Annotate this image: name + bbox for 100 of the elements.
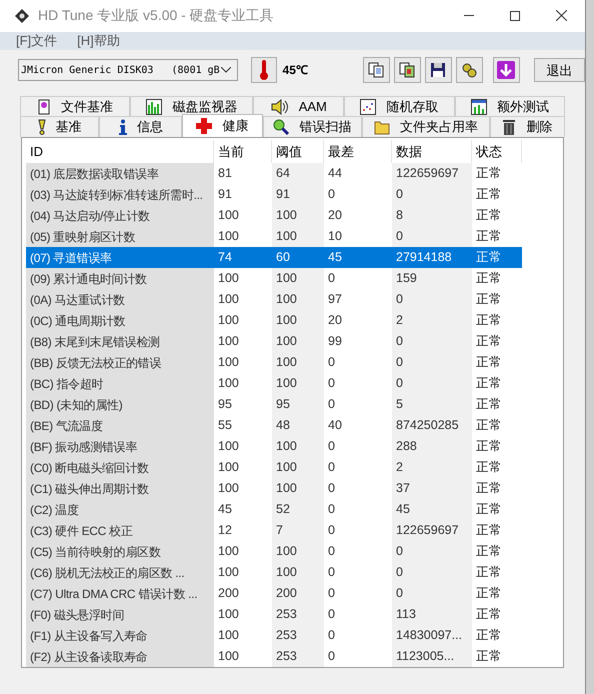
tab[interactable]: 信息 xyxy=(99,116,182,137)
table-cell: 0 xyxy=(392,583,472,604)
tab[interactable]: 磁盘监视器 xyxy=(130,96,254,116)
drive-dropdown[interactable]: JMicron Generic DISK03 (8001 gB xyxy=(18,59,238,82)
table-cell: (BE) 气流温度 xyxy=(26,415,214,436)
table-cell: 95 xyxy=(272,394,324,415)
table-cell: 74 xyxy=(214,247,272,268)
table-cell: 100 xyxy=(272,436,324,457)
tab[interactable]: 文件基准 xyxy=(20,96,130,116)
table-cell: 288 xyxy=(392,436,472,457)
table-cell: (C3) 硬件 ECC 校正 xyxy=(26,520,214,541)
table-cell: 100 xyxy=(272,289,324,310)
table-cell: 253 xyxy=(272,625,324,646)
table-cell: (C2) 温度 xyxy=(26,499,214,520)
save-button[interactable] xyxy=(424,57,452,84)
table-cell: 100 xyxy=(272,205,324,226)
download-button[interactable] xyxy=(492,57,520,84)
table-cell: 0 xyxy=(392,184,472,205)
table-cell: 100 xyxy=(272,562,324,583)
table-cell: (F0) 磁头悬浮时间 xyxy=(26,604,214,625)
table-cell: (C6) 脱机无法校正的扇区数 ... xyxy=(26,562,214,583)
table-cell: 64 xyxy=(272,163,324,184)
table-cell: 100 xyxy=(272,541,324,562)
table-cell: (BD) (未知的属性) xyxy=(26,394,214,415)
table-cell: 0 xyxy=(392,289,472,310)
table-cell: 7 xyxy=(272,520,324,541)
chart-window-icon xyxy=(470,98,487,114)
table-cell: 100 xyxy=(272,226,324,247)
magnifier-icon xyxy=(273,119,290,135)
down-arrow-icon xyxy=(497,61,516,80)
copy-button[interactable] xyxy=(362,57,390,84)
temperature-button[interactable] xyxy=(250,57,277,84)
documents-icon xyxy=(399,62,416,78)
table-cell: 52 xyxy=(272,499,324,520)
window-title: HD Tune 专业版 v5.00 - 硬盘专业工具 xyxy=(38,6,275,26)
table-cell: (C5) 当前待映射的扇区数 xyxy=(26,541,214,562)
table-cell: 200 xyxy=(272,583,324,604)
table-cell: 1123005... xyxy=(392,646,472,667)
tab[interactable]: 删除 xyxy=(490,116,566,137)
table-cell: 0 xyxy=(392,352,472,373)
table-cell: 100 xyxy=(272,373,324,394)
tab[interactable]: 文件夹占用率 xyxy=(362,116,490,137)
table-cell: 45 xyxy=(324,247,392,268)
table-cell: 159 xyxy=(392,268,472,289)
tab[interactable]: 随机存取 xyxy=(344,96,455,116)
copy-all-button[interactable] xyxy=(394,57,421,84)
options-button[interactable] xyxy=(456,57,483,84)
table-cell: 100 xyxy=(272,352,324,373)
table-cell: 122659697 xyxy=(392,163,472,184)
table-cell: 37 xyxy=(392,478,472,499)
table-cell: (09) 累计通电时间计数 xyxy=(26,268,214,289)
table-cell: 100 xyxy=(272,268,324,289)
table-cell: 5 xyxy=(392,394,472,415)
table-cell: 14830097... xyxy=(392,625,472,646)
table-cell: 2 xyxy=(392,457,472,478)
cross-icon xyxy=(196,118,212,134)
table-cell: 113 xyxy=(392,604,472,625)
table-cell: 253 xyxy=(272,604,324,625)
table-cell: 0 xyxy=(392,373,472,394)
table-cell: 45 xyxy=(392,499,472,520)
table-cell: 100 xyxy=(272,478,324,499)
close-icon[interactable] xyxy=(556,10,567,22)
tab[interactable]: AAM xyxy=(253,96,344,116)
table-cell: 2 xyxy=(392,310,472,331)
scatter-chart-icon xyxy=(360,98,376,114)
table-cell: (F1) 从主设备写入寿命 xyxy=(26,625,214,646)
menu-item[interactable]: [H]帮助 xyxy=(77,30,120,50)
table-cell: (04) 马达启动/停止计数 xyxy=(26,205,214,226)
table-cell: 0 xyxy=(392,226,472,247)
caret-icon xyxy=(220,67,231,74)
tab[interactable]: 额外测试 xyxy=(454,96,566,116)
table-cell: 48 xyxy=(272,415,324,436)
table-cell: (C1) 磁头伸出周期计数 xyxy=(26,478,214,499)
table-cell: (0A) 马达重试计数 xyxy=(26,289,214,310)
table-cell: 0 xyxy=(392,562,472,583)
table-cell: (BB) 反馈无法校正的错误 xyxy=(26,352,214,373)
table-cell: 0 xyxy=(392,331,472,352)
table-cell: (BF) 振动感测错误率 xyxy=(26,436,214,457)
table-cell: 60 xyxy=(272,247,324,268)
table-cell: 0 xyxy=(392,541,472,562)
table-cell: 91 xyxy=(272,184,324,205)
speaker-icon xyxy=(270,98,289,114)
table-cell: 正常 xyxy=(472,247,522,268)
table-cell: (C7) Ultra DMA CRC 错误计数 ... xyxy=(26,583,214,604)
tab[interactable]: 健康 xyxy=(182,114,263,137)
table-cell: (01) 底层数据读取错误率 xyxy=(26,163,214,184)
table-cell: 100 xyxy=(272,310,324,331)
tab[interactable]: 基准 xyxy=(20,116,100,137)
table-cell: 100 xyxy=(272,331,324,352)
table-cell: (05) 重映射扇区计数 xyxy=(26,226,214,247)
temperature-reading: 45℃ xyxy=(282,62,308,80)
table-cell: (F2) 从主设备读取寿命 xyxy=(26,646,214,667)
table-cell: 8 xyxy=(392,205,472,226)
table-cell: 253 xyxy=(272,646,324,667)
table-cell: (03) 马达旋转到标准转速所需时... xyxy=(26,184,214,205)
exit-button[interactable]: 退出 xyxy=(534,58,585,82)
table-cell: 874250285 xyxy=(392,415,472,436)
tab[interactable]: 错误扫描 xyxy=(262,116,362,137)
table-cell: 100 xyxy=(272,457,324,478)
menu-item[interactable]: [F]文件 xyxy=(16,30,58,50)
